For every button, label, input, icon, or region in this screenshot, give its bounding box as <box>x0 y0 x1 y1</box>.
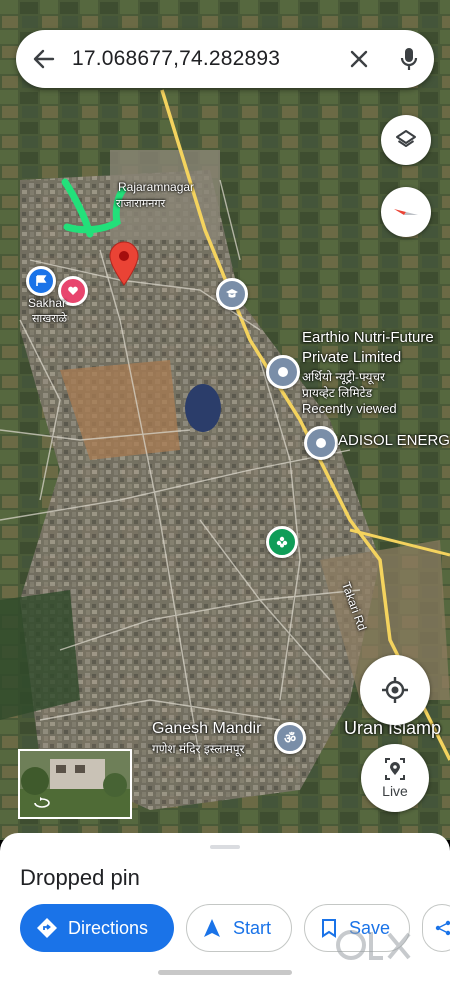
search-input[interactable]: 17.068677,74.282893 <box>72 47 334 71</box>
place-label-earthio-marathi-line2: प्रायव्हेट लिमिटेड <box>302 386 373 400</box>
directions-label: Directions <box>68 917 149 938</box>
home-indicator <box>158 970 292 975</box>
close-icon <box>350 50 368 68</box>
start-label: Start <box>233 917 272 938</box>
my-location-button[interactable] <box>360 655 430 725</box>
navigation-arrow-icon <box>204 919 220 937</box>
recently-viewed-label: Recently viewed <box>302 401 397 416</box>
temple-poi-icon[interactable]: ॐ <box>274 722 306 754</box>
satellite-map[interactable]: Rajaramnagar राजारामनगर Sakhar साखराळे E… <box>0 0 450 840</box>
place-label-earthio-line2[interactable]: Private Limited <box>302 349 401 366</box>
street-view-thumbnail[interactable] <box>18 749 132 819</box>
place-label-sakharale[interactable]: Sakhar <box>28 296 66 310</box>
live-view-icon <box>385 758 405 780</box>
live-label: Live <box>382 783 408 799</box>
directions-icon <box>37 918 57 938</box>
share-button[interactable] <box>422 904 450 952</box>
place-label-sakharale-marathi: साखराळे <box>32 313 67 325</box>
rotate-360-icon <box>34 797 50 808</box>
voice-search-button[interactable] <box>384 30 434 88</box>
live-view-button[interactable]: Live <box>361 744 429 812</box>
dropped-pin-icon[interactable] <box>107 240 141 286</box>
my-location-icon <box>382 677 408 703</box>
place-label-adisol[interactable]: ADISOL ENERG <box>338 432 450 449</box>
location-poi-icon[interactable] <box>304 426 338 460</box>
share-icon <box>435 920 450 936</box>
place-label-rajaramnagar[interactable]: Rajaramnagar <box>118 180 194 194</box>
arrow-back-icon <box>33 49 55 69</box>
compass-icon <box>394 209 418 215</box>
location-poi-icon[interactable] <box>266 355 300 389</box>
place-label-earthio-marathi: अर्थियो न्यूट्री-फ्यूचर <box>302 370 385 384</box>
clear-search-button[interactable] <box>334 30 384 88</box>
park-poi-icon[interactable] <box>266 526 298 558</box>
place-label-ganesh-mandir-marathi: गणेश मंदिर इस्लामपूर <box>152 742 245 756</box>
olx-watermark-logo <box>336 930 411 960</box>
school-poi-icon[interactable] <box>216 278 248 310</box>
back-button[interactable] <box>16 30 72 88</box>
layers-icon <box>396 130 416 147</box>
sheet-drag-handle[interactable] <box>210 845 240 849</box>
layers-button[interactable] <box>381 115 431 165</box>
start-button[interactable]: Start <box>186 904 292 952</box>
mic-icon <box>400 48 418 70</box>
place-label-earthio[interactable]: Earthio Nutri-Future <box>302 329 434 346</box>
sheet-title: Dropped pin <box>20 865 140 890</box>
directions-button[interactable]: Directions <box>20 904 174 952</box>
place-label-ganesh-mandir[interactable]: Ganesh Mandir <box>152 720 261 738</box>
place-label-rajaramnagar-marathi: राजारामनगर <box>116 198 166 210</box>
flag-poi-icon[interactable] <box>26 266 56 296</box>
search-bar[interactable]: 17.068677,74.282893 <box>16 30 434 88</box>
compass-button[interactable] <box>381 187 431 237</box>
